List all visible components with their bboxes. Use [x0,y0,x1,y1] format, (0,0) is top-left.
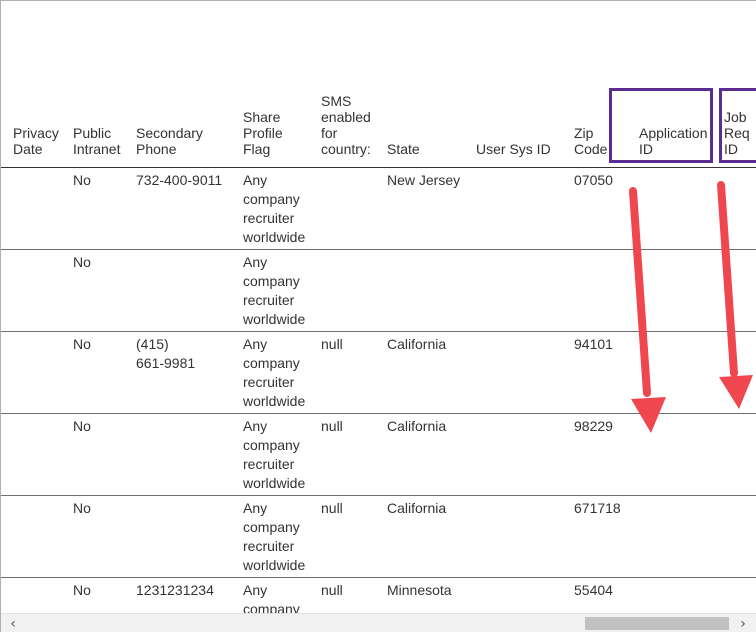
cell-share-profile-flag: Any [243,254,268,270]
cell-share-profile-flag: worldwide [243,557,306,573]
cell-state: California [387,336,447,352]
cell-share-profile-flag: company [243,601,300,613]
column-header-secondary-phone[interactable]: Secondary [136,125,203,141]
cell-share-profile-flag: recruiter [243,374,295,390]
row-divider [1,577,756,578]
column-header-secondary-phone[interactable]: Phone [136,141,176,157]
column-header-state[interactable]: State [387,141,420,157]
column-header-zip-code[interactable]: Code [574,141,607,157]
cell-share-profile-flag: recruiter [243,210,295,226]
column-header-share-profile-flag[interactable]: Share [243,109,280,125]
column-header-sms-enabled[interactable]: SMS [321,93,351,109]
cell-zip-code: 671718 [574,500,621,516]
header-divider [1,167,756,168]
cell-zip-code: 55404 [574,582,613,598]
cell-share-profile-flag: worldwide [243,311,306,327]
cell-share-profile-flag: company [243,519,300,535]
column-header-sms-enabled[interactable]: enabled [321,109,371,125]
cell-secondary-phone: 1231231234 [136,582,214,598]
cell-secondary-phone: (415) [136,336,169,352]
cell-share-profile-flag: recruiter [243,538,295,554]
column-header-public-intranet[interactable]: Public [73,125,111,141]
cell-state: California [387,418,447,434]
scroll-left-icon[interactable]: ‹ [5,616,21,632]
cell-state: New Jersey [387,172,461,188]
scroll-right-icon[interactable]: › [735,616,751,632]
cell-share-profile-flag: recruiter [243,292,295,308]
cell-share-profile-flag: worldwide [243,475,306,491]
cell-public-intranet: No [73,172,91,188]
column-header-share-profile-flag[interactable]: Flag [243,141,270,157]
column-header-privacy-date[interactable]: Date [13,141,43,157]
cell-share-profile-flag: company [243,437,300,453]
cell-sms-enabled: null [321,500,343,516]
data-table-view: Privacy Date Public Intranet Secondary Phone S… [0,0,756,632]
row-divider [1,495,756,496]
job-req-id-highlight-box [719,88,756,163]
cell-share-profile-flag: Any [243,418,268,434]
cell-share-profile-flag: worldwide [243,393,306,409]
cell-secondary-phone: 661-9981 [136,355,196,371]
cell-public-intranet: No [73,582,91,598]
column-header-privacy-date[interactable]: Privacy [13,125,59,141]
cell-sms-enabled: null [321,336,343,352]
application-id-highlight-box [609,88,713,163]
horizontal-scrollbar[interactable]: ‹ › [1,613,756,632]
column-header-user-sys-id[interactable]: User Sys ID [476,141,551,157]
row-divider [1,331,756,332]
column-header-sms-enabled[interactable]: country: [321,141,371,157]
cell-share-profile-flag: Any [243,172,268,188]
cell-share-profile-flag: recruiter [243,456,295,472]
column-header-share-profile-flag[interactable]: Profile [243,125,283,141]
cell-state: Minnesota [387,582,452,598]
cell-share-profile-flag: Any [243,582,268,598]
cell-public-intranet: No [73,418,91,434]
cell-public-intranet: No [73,500,91,516]
cell-secondary-phone: 732-400-9011 [136,172,223,188]
cell-share-profile-flag: worldwide [243,229,306,245]
cell-share-profile-flag: Any [243,336,268,352]
column-header-zip-code[interactable]: Zip [574,125,593,141]
cell-share-profile-flag: company [243,273,300,289]
row-divider [1,413,756,414]
column-header-public-intranet[interactable]: Intranet [73,141,120,157]
row-divider [1,249,756,250]
cell-zip-code: 98229 [574,418,613,434]
cell-public-intranet: No [73,336,91,352]
scrollbar-thumb[interactable] [585,617,729,630]
column-header-sms-enabled[interactable]: for [321,125,337,141]
cell-zip-code: 94101 [574,336,613,352]
cell-share-profile-flag: Any [243,500,268,516]
cell-share-profile-flag: company [243,191,300,207]
cell-public-intranet: No [73,254,91,270]
cell-sms-enabled: null [321,582,343,598]
cell-share-profile-flag: company [243,355,300,371]
cell-sms-enabled: null [321,418,343,434]
cell-state: California [387,500,447,516]
cell-zip-code: 07050 [574,172,613,188]
